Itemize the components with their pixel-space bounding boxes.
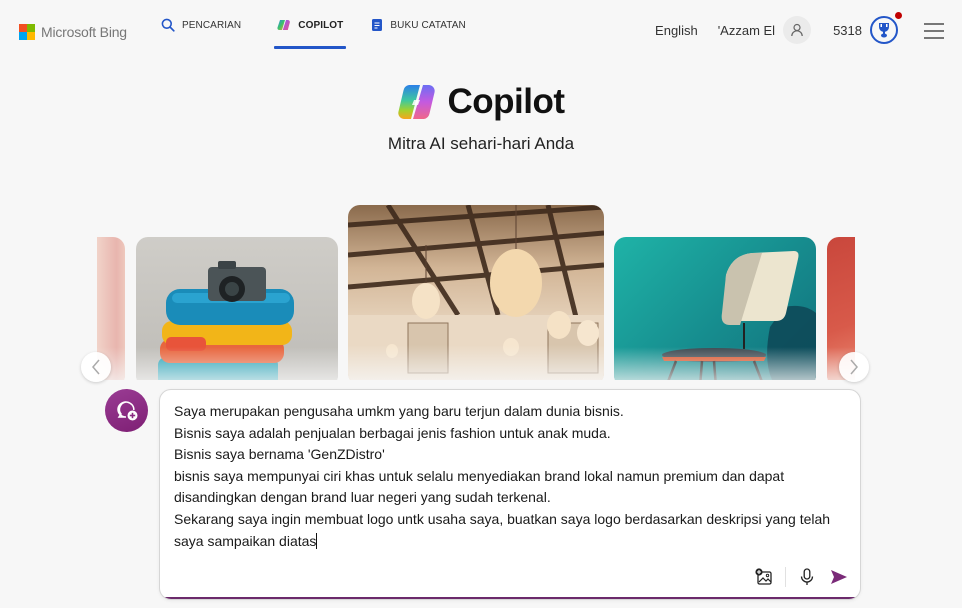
rewards-button[interactable] bbox=[870, 12, 902, 44]
microphone-icon bbox=[800, 568, 814, 585]
tab-label: PENCARIAN bbox=[182, 19, 242, 31]
hero-title-row: Copilot bbox=[397, 82, 565, 122]
search-icon bbox=[161, 18, 175, 32]
top-bar: Microsoft Bing PENCARIAN COPILOT BUKU CA… bbox=[0, 0, 962, 60]
tab-buku-catatan[interactable]: BUKU CATATAN bbox=[368, 0, 468, 50]
notification-dot bbox=[895, 12, 902, 19]
send-icon bbox=[831, 570, 847, 584]
rewards-points[interactable]: 5318 bbox=[833, 23, 862, 38]
text-caret bbox=[316, 532, 318, 549]
hamburger-menu-icon[interactable] bbox=[924, 23, 944, 39]
tab-label: COPILOT bbox=[298, 19, 344, 31]
add-image-icon bbox=[755, 568, 772, 585]
carousel-card-lanterns[interactable] bbox=[348, 205, 604, 380]
hero: Copilot Mitra AI sehari-hari Anda bbox=[0, 82, 962, 154]
tab-pencarian[interactable]: PENCARIAN bbox=[158, 0, 244, 50]
new-chat-icon bbox=[116, 400, 137, 420]
trophy-icon bbox=[879, 23, 889, 38]
carousel-card-clothes-camera[interactable] bbox=[136, 237, 338, 380]
user-name[interactable]: 'Azzam El bbox=[718, 23, 775, 38]
brand-name: Microsoft Bing bbox=[41, 24, 127, 40]
header-right: English 'Azzam El 5318 bbox=[655, 0, 962, 60]
language-link[interactable]: English bbox=[655, 23, 698, 38]
carousel-card-chair[interactable] bbox=[614, 237, 816, 380]
copilot-icon bbox=[277, 20, 291, 30]
tab-label: BUKU CATATAN bbox=[390, 19, 466, 31]
chat-input-box[interactable]: Saya merupakan pengusaha umkm yang baru … bbox=[159, 389, 861, 600]
user-icon bbox=[791, 23, 803, 37]
tool-divider bbox=[785, 567, 786, 587]
send-button[interactable] bbox=[828, 566, 850, 588]
chat-input[interactable]: Saya merupakan pengusaha umkm yang baru … bbox=[174, 401, 846, 552]
microsoft-logo-icon bbox=[19, 24, 35, 40]
notebook-icon bbox=[372, 19, 383, 31]
add-image-button[interactable] bbox=[753, 566, 775, 588]
copilot-logo-icon bbox=[398, 85, 436, 119]
page-title: Copilot bbox=[447, 82, 565, 121]
voice-input-button[interactable] bbox=[796, 566, 818, 588]
chat-input-text: Saya merupakan pengusaha umkm yang baru … bbox=[174, 403, 831, 549]
chevron-right-icon bbox=[850, 359, 858, 375]
page-subtitle: Mitra AI sehari-hari Anda bbox=[387, 134, 575, 153]
carousel-prev-button[interactable] bbox=[81, 352, 111, 382]
image-carousel bbox=[97, 205, 855, 380]
main-nav: PENCARIAN COPILOT BUKU CATATAN bbox=[158, 0, 491, 50]
chevron-left-icon bbox=[92, 359, 100, 375]
tab-copilot[interactable]: COPILOT bbox=[274, 0, 347, 50]
new-topic-button[interactable] bbox=[105, 389, 148, 432]
composer-tools bbox=[753, 566, 850, 588]
carousel-next-button[interactable] bbox=[839, 352, 869, 382]
avatar[interactable] bbox=[783, 16, 812, 44]
bing-logo-link[interactable]: Microsoft Bing bbox=[19, 24, 127, 40]
